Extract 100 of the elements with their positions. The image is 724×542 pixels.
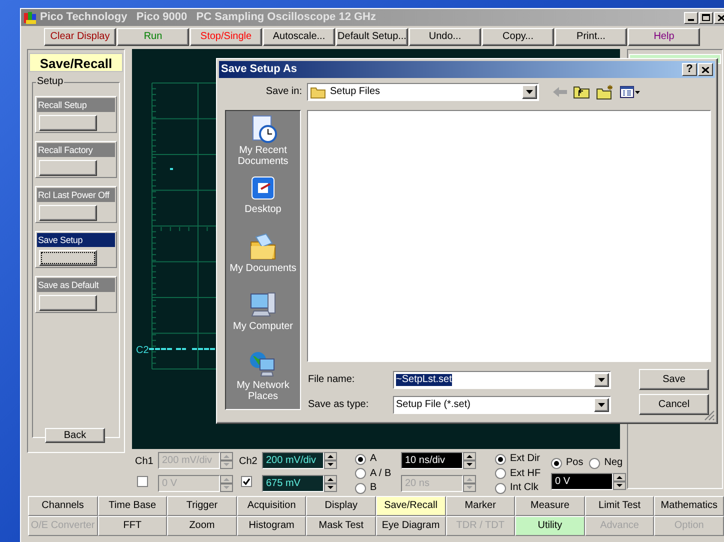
minimize-button[interactable] (684, 12, 698, 24)
dialog-title: Save Setup As (221, 62, 298, 76)
radio-label: Pos (566, 457, 584, 469)
channel-checkbox[interactable] (137, 476, 148, 487)
radio-label: Neg (604, 457, 623, 469)
help-button[interactable]: ? (682, 63, 697, 76)
place-label[interactable]: My Computer (232, 321, 293, 332)
maximize-icon (702, 14, 710, 21)
back-button[interactable]: Back (45, 428, 105, 443)
spinner-button[interactable] (324, 452, 337, 469)
toolbar-button[interactable]: Copy... (482, 28, 554, 46)
radio-button[interactable] (551, 458, 562, 468)
app-logo-icon (23, 10, 39, 24)
menu-tab[interactable]: Marker (446, 496, 516, 516)
setup-item-button[interactable] (39, 115, 97, 131)
setup-item-label: Recall Setup (37, 98, 115, 112)
spinner-button[interactable] (463, 452, 476, 469)
file-type-dropdown[interactable]: Setup File (*.set) (393, 396, 611, 414)
menu-tab[interactable]: Trigger (167, 496, 237, 516)
place-label[interactable]: My Recent Documents (227, 145, 299, 167)
field-label: Save as type: (307, 398, 370, 410)
close-icon (718, 14, 724, 20)
dropdown-button[interactable] (594, 398, 609, 412)
radio-label: A (370, 453, 377, 466)
new-folder-icon[interactable] (596, 84, 614, 100)
radio-button[interactable] (495, 482, 506, 494)
dropdown-button[interactable] (522, 85, 537, 99)
offset-field[interactable]: 675 mV (262, 475, 324, 492)
radio-button[interactable] (355, 468, 366, 480)
radio-label: Ext Dir (510, 453, 540, 466)
save-button[interactable]: Save (639, 369, 709, 390)
setup-item-label: Save as Default (37, 278, 115, 292)
folder-icon[interactable] (248, 232, 278, 261)
setup-item-button[interactable] (39, 205, 97, 221)
setup-item-label: Save Setup (37, 233, 115, 247)
cancel-button[interactable]: Cancel (639, 394, 709, 415)
toolbar-button[interactable]: Print... (555, 28, 627, 46)
trigger-level-field[interactable]: 0 V (551, 473, 613, 490)
radio-label: B (370, 482, 377, 494)
close-button[interactable] (714, 12, 724, 24)
view-menu-icon[interactable] (620, 86, 640, 98)
setup-item-button[interactable] (39, 250, 97, 266)
menu-tab[interactable]: Mask Test (306, 516, 376, 536)
computer-icon[interactable] (248, 291, 278, 320)
group-label: Setup (36, 76, 64, 88)
radio-label: Int Clk (510, 482, 538, 494)
toolbar-button[interactable]: Undo... (409, 28, 481, 46)
radio-button[interactable] (355, 454, 366, 465)
menu-tab[interactable]: Display (306, 496, 376, 516)
save-in-dropdown[interactable]: Setup Files (307, 83, 539, 101)
caret-icon (598, 402, 605, 406)
place-label[interactable]: Desktop (244, 204, 282, 215)
channel-label: Ch1 (135, 456, 154, 468)
trace-label: C2 (136, 345, 149, 356)
menu-tab[interactable]: Histogram (236, 516, 306, 536)
window-title: Pico Technology Pico 9000 PC Sampling Oscilloscope 12 GHz (40, 10, 376, 24)
minimize-icon (688, 18, 694, 20)
menu-tab[interactable]: Time Base (98, 496, 168, 516)
place-label[interactable]: My Documents (230, 262, 296, 274)
spinner-button[interactable] (613, 473, 626, 490)
menu-tab[interactable]: FFT (98, 516, 168, 536)
menu-tab[interactable]: Zoom (167, 516, 237, 536)
caret-icon (598, 378, 605, 382)
radio-label: Ext HF (510, 468, 541, 480)
field-label: File name: (307, 374, 356, 386)
menu-tab[interactable]: Acquisition (236, 496, 306, 516)
setup-item-button[interactable] (39, 160, 97, 176)
menu-tab[interactable]: Mathematics (654, 496, 724, 516)
close-button[interactable] (698, 63, 713, 76)
folder-icon (310, 86, 326, 98)
channel-checkbox[interactable] (241, 476, 252, 487)
spinner-button[interactable] (324, 475, 337, 492)
menu-tab[interactable]: Limit Test (584, 496, 654, 516)
menu-tab[interactable]: Save/Recall (376, 496, 446, 516)
channel-label: Ch2 (239, 456, 258, 468)
toolbar-button[interactable]: Autoscale... (263, 28, 335, 46)
menu-tab[interactable]: Eye Diagram (376, 516, 446, 536)
resize-grip-icon (704, 410, 715, 421)
menu-tab[interactable]: Utility (515, 516, 585, 536)
toolbar-button[interactable]: Help (628, 28, 700, 46)
setup-item-label: Recall Factory (37, 143, 115, 157)
menu-tab[interactable]: Measure (515, 496, 585, 516)
file-name-value: ~SetpLst.set (396, 374, 452, 386)
up-folder-icon[interactable] (573, 85, 590, 99)
toolbar-button[interactable]: Default Setup... (336, 28, 408, 46)
volts-per-div-field[interactable]: 200 mV/div (262, 452, 324, 469)
setup-item-button[interactable] (39, 295, 97, 311)
field-label: Save in: (264, 86, 303, 98)
file-name-field[interactable]: ~SetpLst.set (393, 370, 611, 388)
dropdown-button[interactable] (594, 372, 609, 386)
radio-button[interactable] (589, 458, 600, 468)
time-per-div-field[interactable]: 10 ns/div (401, 452, 463, 469)
radio-button[interactable] (495, 454, 506, 465)
panel-title: Save/Recall (29, 53, 123, 72)
radio-button[interactable] (355, 482, 366, 494)
menu-tab[interactable]: Channels (28, 496, 98, 516)
radio-button[interactable] (495, 468, 506, 480)
toolbar-button[interactable]: Clear Display (44, 28, 116, 46)
maximize-button[interactable] (699, 12, 713, 24)
place-label[interactable]: My Network Places (227, 380, 299, 402)
